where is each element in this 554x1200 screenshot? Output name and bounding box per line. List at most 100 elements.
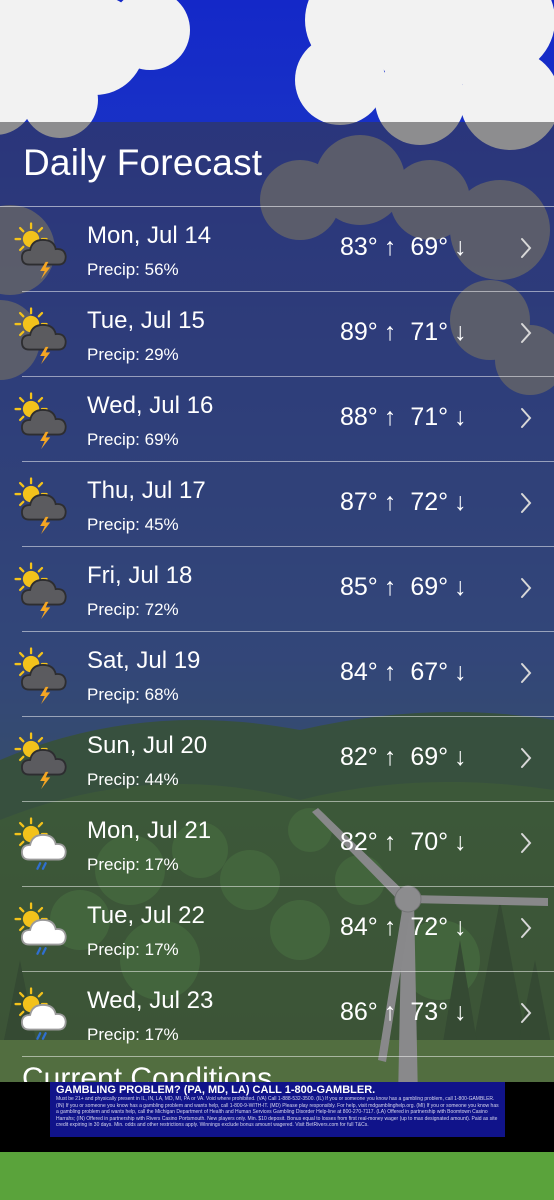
forecast-day-row[interactable]: Sat, Jul 19 Precip: 68% 84° ↑ 67° ↓: [14, 632, 554, 717]
forecast-day-row[interactable]: Wed, Jul 23 Precip: 17% 86° ↑ 73° ↓: [14, 972, 554, 1057]
chevron-right-icon: [521, 748, 532, 768]
partly-cloudy-thunderstorm-icon: [10, 474, 74, 536]
arrow-down-icon: ↓: [454, 743, 467, 771]
partly-cloudy-thunderstorm-icon: [10, 219, 74, 281]
low-temp: 71°: [410, 318, 449, 346]
high-temp: 86°: [340, 998, 378, 1026]
day-date: Thu, Jul 17: [87, 477, 206, 504]
day-date: Wed, Jul 23: [87, 987, 214, 1014]
temperature-range: 89° ↑ 71° ↓: [340, 318, 467, 347]
arrow-up-icon: ↑: [383, 403, 397, 431]
arrow-down-icon: ↓: [454, 828, 467, 856]
precip-chance: Precip: 72%: [87, 600, 179, 619]
chevron-right-icon: [521, 578, 532, 598]
partly-cloudy-thunderstorm-icon: [10, 559, 74, 621]
chevron-right-icon: [521, 323, 532, 343]
high-temp: 85°: [340, 573, 378, 601]
partly-cloudy-thunderstorm-icon: [10, 389, 74, 451]
forecast-day-row[interactable]: Mon, Jul 14 Precip: 56% 83° ↑ 69° ↓: [14, 207, 554, 292]
low-temp: 67°: [410, 658, 449, 686]
low-temp: 73°: [410, 998, 449, 1026]
partly-cloudy-rain-icon: [10, 814, 74, 876]
section-title: Daily Forecast: [23, 142, 263, 183]
temperature-range: 85° ↑ 69° ↓: [340, 573, 467, 602]
chevron-right-icon: [521, 663, 532, 683]
low-temp: 69°: [410, 573, 449, 601]
forecast-day-row[interactable]: Mon, Jul 21 Precip: 17% 82° ↑ 70° ↓: [14, 802, 554, 887]
high-temp: 87°: [340, 488, 378, 516]
arrow-up-icon: ↑: [383, 573, 397, 601]
temperature-range: 84° ↑ 72° ↓: [340, 913, 467, 942]
temperature-range: 87° ↑ 72° ↓: [340, 488, 467, 517]
ad-disclaimer: Must be 21+ and physically present in IL…: [56, 1096, 499, 1128]
ad-content[interactable]: GAMBLING PROBLEM? (PA, MD, LA) CALL 1-80…: [50, 1082, 505, 1137]
precip-chance: Precip: 44%: [87, 770, 179, 789]
arrow-up-icon: ↑: [383, 658, 397, 686]
arrow-down-icon: ↓: [454, 658, 467, 686]
temperature-range: 84° ↑ 67° ↓: [340, 658, 467, 687]
day-date: Wed, Jul 16: [87, 392, 214, 419]
arrow-up-icon: ↑: [383, 233, 397, 261]
partly-cloudy-rain-icon: [10, 899, 74, 961]
precip-chance: Precip: 17%: [87, 855, 179, 874]
partly-cloudy-rain-icon: [10, 984, 74, 1046]
arrow-down-icon: ↓: [454, 573, 467, 601]
arrow-down-icon: ↓: [454, 998, 467, 1026]
day-date: Sun, Jul 20: [87, 732, 208, 759]
precip-chance: Precip: 56%: [87, 260, 179, 279]
grass-ground: [0, 1152, 554, 1200]
chevron-right-icon: [521, 833, 532, 853]
precip-chance: Precip: 69%: [87, 430, 179, 449]
temperature-range: 82° ↑ 69° ↓: [340, 743, 467, 772]
forecast-day-row[interactable]: Tue, Jul 22 Precip: 17% 84° ↑ 72° ↓: [14, 887, 554, 972]
arrow-up-icon: ↑: [383, 998, 397, 1026]
high-temp: 82°: [340, 828, 378, 856]
day-date: Mon, Jul 14: [87, 222, 212, 249]
arrow-down-icon: ↓: [454, 233, 467, 261]
chevron-right-icon: [521, 408, 532, 428]
temperature-range: 88° ↑ 71° ↓: [340, 403, 467, 432]
forecast-day-row[interactable]: Wed, Jul 16 Precip: 69% 88° ↑ 71° ↓: [14, 377, 554, 462]
forecast-day-row[interactable]: Thu, Jul 17 Precip: 45% 87° ↑ 72° ↓: [14, 462, 554, 547]
low-temp: 70°: [410, 828, 449, 856]
day-date: Sat, Jul 19: [87, 647, 201, 674]
chevron-right-icon: [521, 238, 532, 258]
advertisement-banner[interactable]: GAMBLING PROBLEM? (PA, MD, LA) CALL 1-80…: [0, 1082, 554, 1152]
high-temp: 82°: [340, 743, 378, 771]
chevron-right-icon: [521, 918, 532, 938]
low-temp: 72°: [410, 488, 449, 516]
day-date: Mon, Jul 21: [87, 817, 212, 844]
arrow-down-icon: ↓: [454, 913, 467, 941]
precip-chance: Precip: 45%: [87, 515, 179, 534]
forecast-day-row[interactable]: Sun, Jul 20 Precip: 44% 82° ↑ 69° ↓: [14, 717, 554, 802]
precip-chance: Precip: 68%: [87, 685, 179, 704]
high-temp: 84°: [340, 913, 378, 941]
precip-chance: Precip: 29%: [87, 345, 179, 364]
forecast-day-row[interactable]: Tue, Jul 15 Precip: 29% 89° ↑ 71° ↓: [14, 292, 554, 377]
partly-cloudy-thunderstorm-icon: [10, 304, 74, 366]
precip-chance: Precip: 17%: [87, 1025, 179, 1044]
chevron-right-icon: [521, 493, 532, 513]
day-date: Fri, Jul 18: [87, 562, 193, 589]
low-temp: 71°: [410, 403, 449, 431]
arrow-up-icon: ↑: [383, 318, 397, 346]
arrow-up-icon: ↑: [383, 913, 397, 941]
high-temp: 84°: [340, 658, 378, 686]
high-temp: 88°: [340, 403, 378, 431]
ad-headline: GAMBLING PROBLEM? (PA, MD, LA) CALL 1-80…: [56, 1084, 376, 1096]
forecast-day-row[interactable]: Fri, Jul 18 Precip: 72% 85° ↑ 69° ↓: [14, 547, 554, 632]
high-temp: 89°: [340, 318, 378, 346]
arrow-up-icon: ↑: [383, 828, 397, 856]
low-temp: 69°: [410, 233, 449, 261]
high-temp: 83°: [340, 233, 378, 261]
temperature-range: 83° ↑ 69° ↓: [340, 233, 467, 262]
temperature-range: 86° ↑ 73° ↓: [340, 998, 467, 1027]
day-date: Tue, Jul 15: [87, 307, 205, 334]
day-date: Tue, Jul 22: [87, 902, 205, 929]
chevron-right-icon: [521, 1003, 532, 1023]
precip-chance: Precip: 17%: [87, 940, 179, 959]
forecast-list: Mon, Jul 14 Precip: 56% 83° ↑ 69° ↓ Tue, Jul 1…: [0, 207, 554, 1057]
temperature-range: 82° ↑ 70° ↓: [340, 828, 467, 857]
arrow-down-icon: ↓: [454, 318, 467, 346]
arrow-down-icon: ↓: [454, 488, 467, 516]
